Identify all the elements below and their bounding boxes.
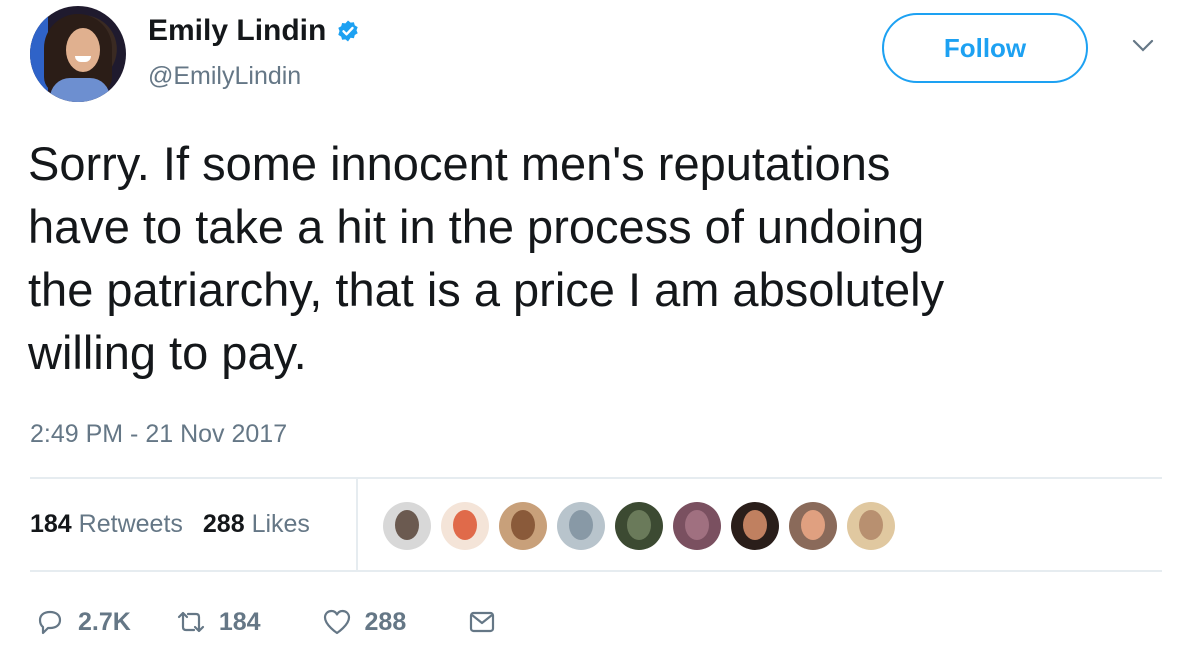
tweet-line: Sorry. If some innocent men's reputation… bbox=[28, 137, 891, 190]
retweet-button[interactable]: 184 bbox=[175, 606, 261, 638]
direct-message-button[interactable] bbox=[466, 606, 498, 638]
liker-avatar-face bbox=[453, 510, 477, 540]
likes-label: Likes bbox=[251, 510, 310, 538]
retweet-icon bbox=[177, 611, 204, 633]
liker-avatar[interactable] bbox=[441, 502, 489, 550]
tweet-line: the patriarchy, that is a price I am abs… bbox=[28, 263, 945, 316]
chevron-down-icon[interactable] bbox=[1130, 36, 1156, 56]
retweets-count: 184 bbox=[30, 510, 72, 538]
user-name[interactable]: Emily Lindin bbox=[148, 14, 326, 48]
liker-avatar-face bbox=[395, 510, 419, 540]
tweet-actions: 2.7K 184 288 bbox=[34, 606, 498, 638]
liker-avatar[interactable] bbox=[557, 502, 605, 550]
liker-avatar-face bbox=[743, 510, 767, 540]
liker-avatar[interactable] bbox=[383, 502, 431, 550]
liker-avatar[interactable] bbox=[673, 502, 721, 550]
likes-stat[interactable]: 288 Likes bbox=[203, 510, 310, 539]
retweet-count: 184 bbox=[218, 607, 261, 636]
like-button[interactable]: 288 bbox=[321, 606, 407, 638]
like-count: 288 bbox=[364, 607, 407, 636]
avatar[interactable] bbox=[30, 6, 126, 102]
reply-count: 2.7K bbox=[78, 607, 131, 636]
envelope-icon bbox=[470, 611, 495, 633]
liker-avatar-face bbox=[685, 510, 709, 540]
liker-avatar[interactable] bbox=[615, 502, 663, 550]
liker-avatar-face bbox=[511, 510, 535, 540]
follow-button[interactable]: Follow bbox=[882, 13, 1088, 83]
divider bbox=[30, 477, 1162, 479]
tweet-text: Sorry. If some innocent men's reputation… bbox=[28, 132, 1178, 384]
liker-avatar[interactable] bbox=[847, 502, 895, 550]
avatar-shirt bbox=[50, 78, 110, 102]
liker-avatar-face bbox=[801, 510, 825, 540]
stats-divider bbox=[356, 477, 358, 572]
heart-icon bbox=[323, 609, 350, 635]
tweet-timestamp[interactable]: 2:49 PM - 21 Nov 2017 bbox=[30, 420, 287, 449]
avatar-face bbox=[66, 28, 100, 72]
reply-button[interactable]: 2.7K bbox=[34, 606, 131, 638]
user-name-row[interactable]: Emily Lindin bbox=[148, 14, 360, 48]
retweets-stat[interactable]: 184 Retweets bbox=[30, 510, 183, 539]
retweets-label: Retweets bbox=[78, 510, 183, 538]
liker-avatar[interactable] bbox=[789, 502, 837, 550]
liker-avatars bbox=[383, 502, 905, 550]
tweet-stats: 184 Retweets 288 Likes bbox=[30, 510, 310, 539]
tweet-line: willing to pay. bbox=[28, 326, 307, 379]
liker-avatar-face bbox=[859, 510, 883, 540]
liker-avatar-face bbox=[627, 510, 651, 540]
reply-icon bbox=[38, 610, 62, 635]
divider bbox=[30, 570, 1162, 572]
likes-count: 288 bbox=[202, 510, 245, 538]
liker-avatar[interactable] bbox=[499, 502, 547, 550]
user-handle[interactable]: @EmilyLindin bbox=[148, 62, 301, 91]
liker-avatar-face bbox=[569, 510, 593, 540]
liker-avatar[interactable] bbox=[731, 502, 779, 550]
verified-badge-icon bbox=[338, 20, 359, 42]
tweet-line: have to take a hit in the process of und… bbox=[28, 200, 925, 253]
